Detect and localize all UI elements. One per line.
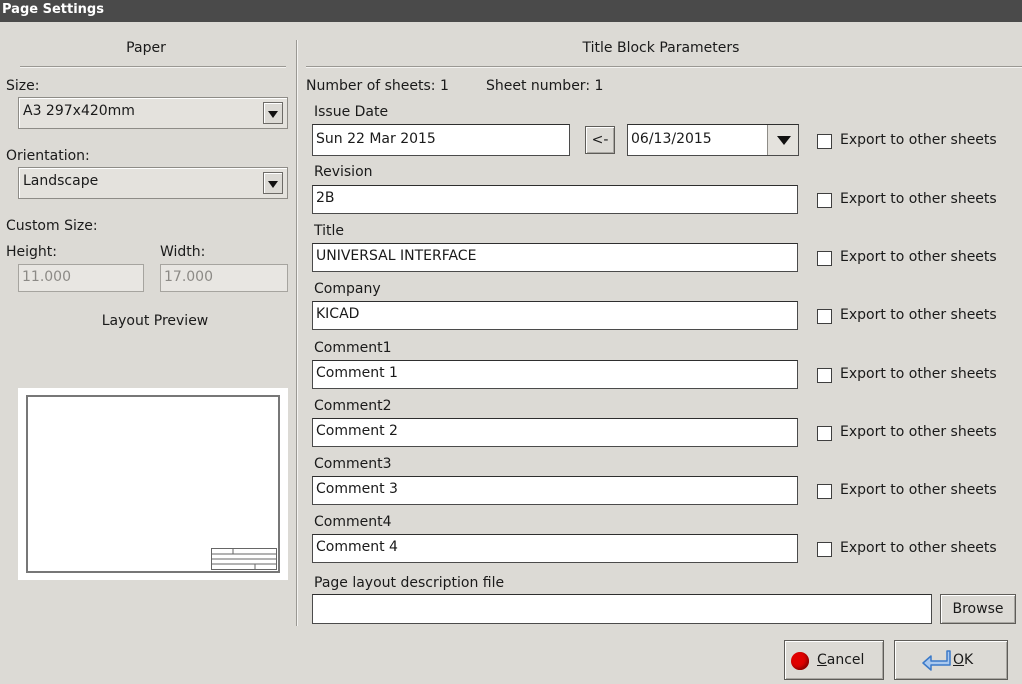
comment1-export-checkbox[interactable] xyxy=(817,368,832,383)
issue-date-export-label: Export to other sheets xyxy=(840,132,997,148)
width-label: Width: xyxy=(160,244,206,260)
comment4-export-checkbox[interactable] xyxy=(817,542,832,557)
issue-date-input[interactable]: Sun 22 Mar 2015 xyxy=(312,124,570,156)
comment2-export-label: Export to other sheets xyxy=(840,424,997,440)
custom-size-label: Custom Size: xyxy=(6,218,98,234)
size-select[interactable]: A3 297x420mm xyxy=(18,97,288,129)
cancel-mnemonic: C xyxy=(817,652,827,668)
revision-export-checkbox[interactable] xyxy=(817,193,832,208)
layout-preview xyxy=(18,388,288,580)
comment2-export-checkbox[interactable] xyxy=(817,426,832,441)
copy-date-button[interactable]: <- xyxy=(585,126,615,154)
orientation-label: Orientation: xyxy=(6,148,90,164)
comment3-input[interactable]: Comment 3 xyxy=(312,476,798,505)
browse-button[interactable]: Browse xyxy=(940,594,1016,624)
sheet-number: Sheet number: 1 xyxy=(486,78,604,94)
date-picker-chevron-down-icon[interactable] xyxy=(767,125,798,155)
comment4-label: Comment4 xyxy=(314,514,392,530)
revision-label: Revision xyxy=(314,164,373,180)
comment2-label: Comment2 xyxy=(314,398,392,414)
issue-date-export-checkbox[interactable] xyxy=(817,134,832,149)
panel-separator xyxy=(296,40,298,626)
comment3-label: Comment3 xyxy=(314,456,392,472)
company-label: Company xyxy=(314,281,381,297)
return-arrow-icon xyxy=(922,650,951,671)
paper-divider xyxy=(20,66,286,68)
ok-label: K xyxy=(964,652,974,668)
size-select-chevron-down-icon[interactable] xyxy=(263,102,283,124)
orientation-select-chevron-down-icon[interactable] xyxy=(263,172,283,194)
stop-icon xyxy=(791,652,809,670)
issue-date-label: Issue Date xyxy=(314,104,389,120)
height-label: Height: xyxy=(6,244,57,260)
company-input[interactable]: KICAD xyxy=(312,301,798,330)
size-label: Size: xyxy=(6,78,40,94)
date-picker-value: 06/13/2015 xyxy=(631,131,712,147)
company-export-checkbox[interactable] xyxy=(817,309,832,324)
number-of-sheets: Number of sheets: 1 xyxy=(306,78,449,94)
ok-button[interactable]: OK xyxy=(894,640,1008,680)
comment4-input[interactable]: Comment 4 xyxy=(312,534,798,563)
comment2-input[interactable]: Comment 2 xyxy=(312,418,798,447)
title-input[interactable]: UNIVERSAL INTERFACE xyxy=(312,243,798,272)
comment4-export-label: Export to other sheets xyxy=(840,540,997,556)
layout-file-label: Page layout description file xyxy=(314,575,505,591)
comment1-input[interactable]: Comment 1 xyxy=(312,360,798,389)
revision-export-label: Export to other sheets xyxy=(840,191,997,207)
window-title: Page Settings xyxy=(0,0,1022,22)
company-export-label: Export to other sheets xyxy=(840,307,997,323)
ok-mnemonic: O xyxy=(953,652,965,668)
width-input[interactable]: 17.000 xyxy=(160,264,288,292)
layout-preview-label: Layout Preview xyxy=(101,313,209,329)
size-select-value: A3 297x420mm xyxy=(23,103,135,119)
height-input[interactable]: 11.000 xyxy=(18,264,144,292)
cancel-label: ancel xyxy=(826,652,865,668)
orientation-select-value: Landscape xyxy=(23,173,99,189)
title-label: Title xyxy=(314,223,345,239)
comment1-export-label: Export to other sheets xyxy=(840,366,997,382)
title-export-label: Export to other sheets xyxy=(840,249,997,265)
preview-title-block xyxy=(211,548,277,570)
comment1-label: Comment1 xyxy=(314,340,392,356)
revision-input[interactable]: 2B xyxy=(312,185,798,214)
orientation-select[interactable]: Landscape xyxy=(18,167,288,199)
preview-sheet xyxy=(26,395,280,573)
paper-section-title: Paper xyxy=(126,40,166,56)
cancel-button[interactable]: Cancel xyxy=(784,640,884,680)
comment3-export-checkbox[interactable] xyxy=(817,484,832,499)
title-block-divider xyxy=(306,66,1022,68)
title-export-checkbox[interactable] xyxy=(817,251,832,266)
comment3-export-label: Export to other sheets xyxy=(840,482,997,498)
title-block-section-title: Title Block Parameters xyxy=(582,40,740,56)
layout-file-input[interactable] xyxy=(312,594,932,624)
